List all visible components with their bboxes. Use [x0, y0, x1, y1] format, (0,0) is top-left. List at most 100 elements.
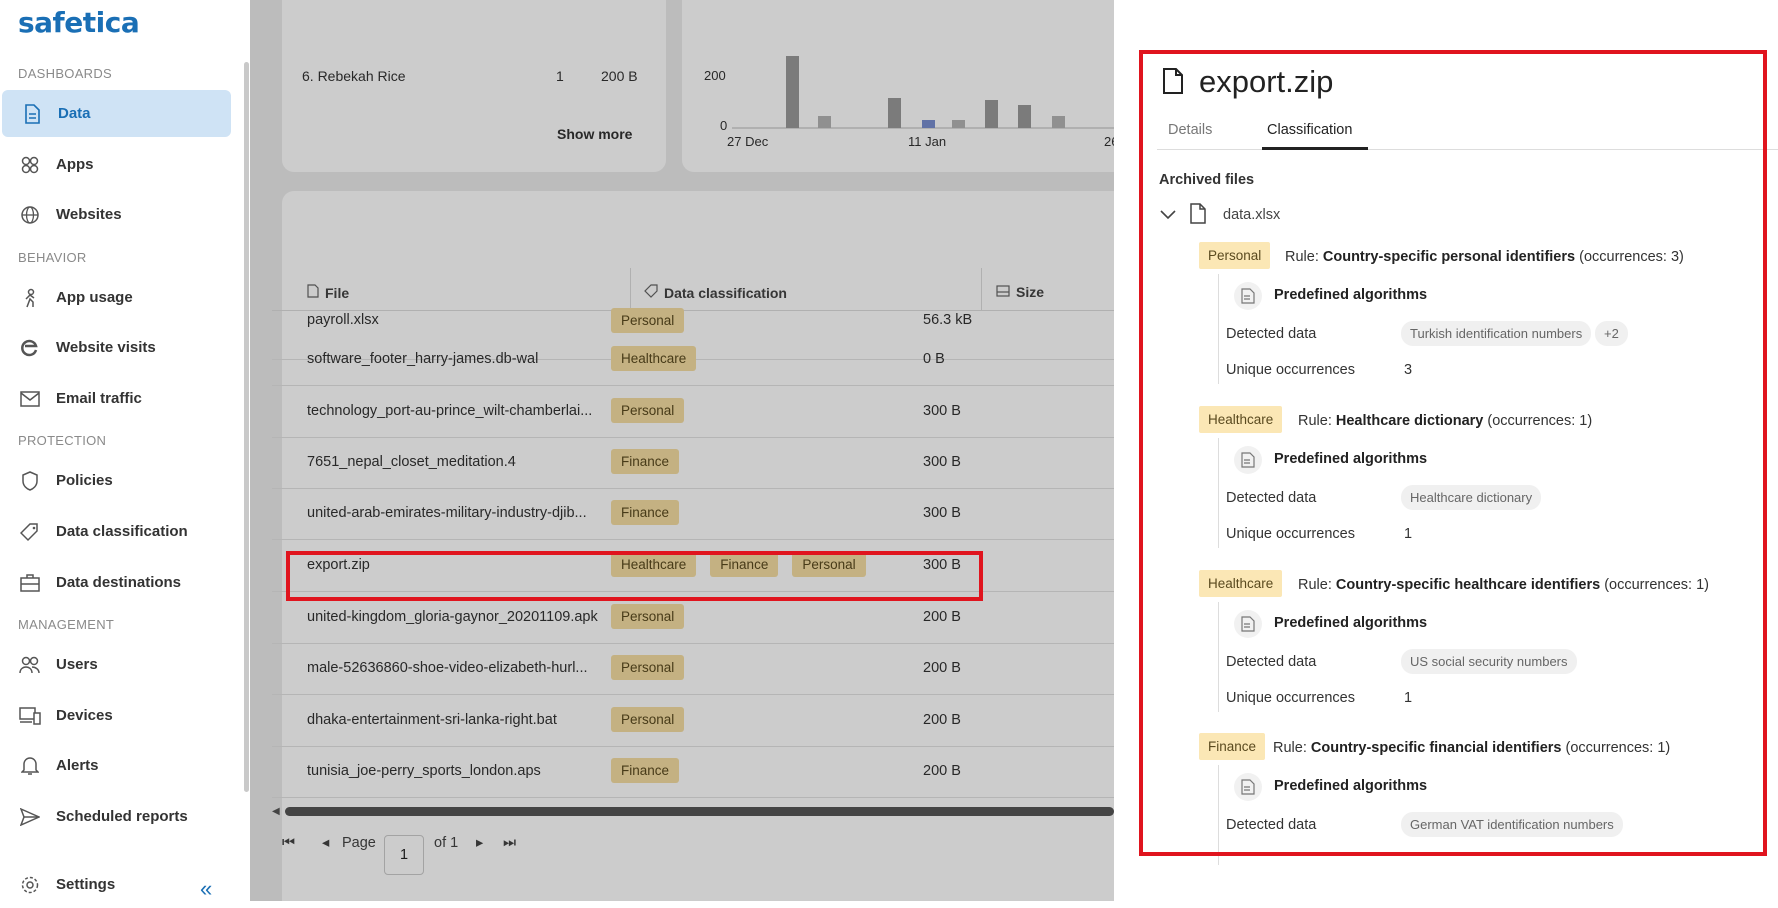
detected-data-chip: Turkish identification numbers — [1401, 321, 1592, 346]
tree-line — [1218, 438, 1219, 548]
sidebar-item-data-destinations[interactable]: Data destinations — [0, 559, 229, 606]
sidebar-item-label: Scheduled reports — [56, 808, 188, 825]
modal-overlay[interactable] — [250, 0, 1114, 901]
file-icon — [1190, 203, 1206, 229]
more-detected-chip[interactable]: +2 — [1595, 321, 1628, 346]
collapse-sidebar-button[interactable]: « — [200, 876, 212, 902]
sidebar: safetica DASHBOARDS Data Apps Websites B… — [0, 0, 250, 901]
sidebar-item-label: Websites — [56, 206, 122, 223]
tab-details[interactable]: Details — [1168, 122, 1212, 138]
unique-occurrences-value: 1 — [1404, 526, 1413, 542]
sidebar-item-website-visits[interactable]: Website visits — [0, 324, 229, 371]
sidebar-item-label: Website visits — [56, 339, 156, 356]
detected-data-chip: US social security numbers — [1401, 649, 1577, 674]
gear-icon — [19, 874, 41, 896]
sidebar-item-label: Data — [58, 105, 91, 122]
predefined-algorithms-label: Predefined algorithms — [1274, 287, 1428, 303]
sidebar-item-label: App usage — [56, 289, 133, 306]
rule-description: Rule: Country-specific personal identifi… — [1285, 249, 1684, 265]
sidebar-item-label: Alerts — [56, 757, 99, 774]
rule-name: Healthcare dictionary — [1335, 413, 1484, 429]
detected-data-label: Detected data — [1226, 490, 1317, 506]
sidebar-item-email-traffic[interactable]: Email traffic — [0, 375, 229, 422]
section-protection: PROTECTION — [18, 433, 107, 448]
rule-description: Rule: Country-specific financial identif… — [1273, 740, 1670, 756]
unique-occurrences-label: Unique occurrences — [1226, 690, 1355, 706]
sidebar-item-devices[interactable]: Devices — [0, 692, 229, 739]
apps-icon — [19, 154, 41, 176]
rule-occurrences: (occurrences: 1) — [1565, 740, 1671, 756]
rule-name: Country-specific financial identifiers — [1310, 740, 1562, 756]
sidebar-item-label: Data destinations — [56, 574, 182, 591]
rule-description: Rule: Healthcare dictionary (occurrences… — [1298, 413, 1592, 429]
sidebar-item-policies[interactable]: Policies — [0, 457, 229, 504]
tag-icon — [19, 521, 41, 543]
send-icon — [19, 806, 41, 828]
bell-icon — [19, 755, 41, 777]
sidebar-item-data-classification[interactable]: Data classification — [0, 508, 229, 555]
envelope-icon — [19, 388, 41, 410]
tabs-divider — [1157, 149, 1778, 150]
chevron-down-icon[interactable] — [1160, 207, 1176, 225]
browser-e-icon — [19, 337, 41, 359]
rule-prefix: Rule: — [1285, 249, 1319, 265]
unique-occurrences-label: Unique occurrences — [1226, 362, 1355, 378]
unique-occurrences-label: Unique occurrences — [1226, 526, 1355, 542]
rule-category-badge: Personal — [1199, 242, 1271, 269]
tree-line — [1218, 602, 1219, 712]
section-behavior: BEHAVIOR — [18, 250, 87, 265]
active-tab-indicator — [1262, 147, 1368, 150]
sidebar-item-label: Devices — [56, 707, 113, 724]
rule-occurrences: (occurrences: 1) — [1604, 577, 1709, 593]
algorithm-icon — [1234, 773, 1262, 801]
predefined-algorithms-label: Predefined algorithms — [1274, 778, 1428, 794]
tree-line — [1218, 765, 1219, 865]
sidebar-item-label: Users — [56, 656, 98, 673]
shield-icon — [19, 470, 41, 492]
algorithm-icon — [1234, 282, 1262, 310]
globe-icon — [19, 204, 41, 226]
detected-data-label: Detected data — [1226, 326, 1317, 342]
algorithm-icon — [1234, 610, 1262, 638]
main-content: 6. Rebekah Rice 1 200 B Show more 200 0 … — [250, 0, 1114, 901]
selected-row-highlight — [286, 551, 983, 601]
rule-category-badge: Finance — [1199, 733, 1266, 760]
detected-data-label: Detected data — [1226, 817, 1317, 833]
sidebar-item-scheduled-reports[interactable]: Scheduled reports — [0, 793, 229, 840]
document-icon — [21, 103, 43, 125]
safetica-logo[interactable]: safetica — [18, 6, 140, 39]
predefined-algorithms-label: Predefined algorithms — [1274, 615, 1428, 631]
tab-classification[interactable]: Classification — [1267, 122, 1352, 138]
tree-line — [1218, 274, 1219, 384]
rule-occurrences: (occurrences: 3) — [1579, 249, 1684, 265]
sidebar-item-label: Settings — [56, 876, 116, 893]
rule-prefix: Rule: — [1298, 577, 1332, 593]
archived-file-name[interactable]: data.xlsx — [1223, 207, 1280, 223]
predefined-algorithms-label: Predefined algorithms — [1274, 451, 1428, 467]
section-dashboards: DASHBOARDS — [18, 66, 113, 81]
sidebar-item-alerts[interactable]: Alerts — [0, 742, 229, 789]
rule-category-badge: Healthcare — [1199, 406, 1283, 433]
drawer-title: export.zip — [1199, 64, 1334, 99]
sidebar-item-users[interactable]: Users — [0, 641, 229, 688]
sidebar-item-label: Email traffic — [56, 390, 142, 407]
file-icon — [1162, 67, 1184, 100]
rule-description: Rule: Country-specific healthcare identi… — [1298, 577, 1709, 593]
sidebar-item-data[interactable]: Data — [2, 90, 231, 137]
sidebar-item-websites[interactable]: Websites — [0, 191, 229, 238]
unique-occurrences-value: 1 — [1404, 690, 1413, 706]
sidebar-item-apps[interactable]: Apps — [0, 141, 229, 188]
briefcase-icon — [19, 572, 41, 594]
rule-prefix: Rule: — [1298, 413, 1332, 429]
rule-name: Country-specific personal identifiers — [1322, 249, 1576, 265]
file-detail-drawer: export.zip Details Classification Archiv… — [1114, 0, 1778, 901]
sidebar-item-label: Data classification — [56, 523, 188, 540]
sidebar-scrollbar[interactable] — [244, 62, 249, 792]
detected-data-label: Detected data — [1226, 654, 1317, 670]
devices-icon — [19, 705, 41, 727]
sidebar-item-app-usage[interactable]: App usage — [0, 274, 229, 321]
rule-category-badge: Healthcare — [1199, 570, 1283, 597]
section-management: MANAGEMENT — [18, 617, 115, 632]
rule-prefix: Rule: — [1273, 740, 1307, 756]
archived-files-heading: Archived files — [1159, 172, 1255, 188]
